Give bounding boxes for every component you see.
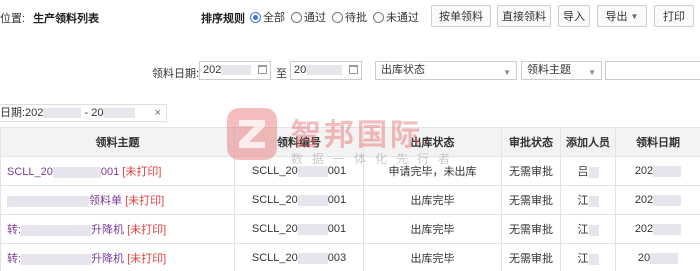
export-button[interactable]: 导出 ▼ (597, 5, 647, 27)
adder-cell: 江 (560, 214, 616, 244)
redacted-text (588, 195, 599, 207)
radio-icon (332, 11, 343, 23)
date-range-separator: 至 (276, 68, 287, 80)
col-header-adder[interactable]: 添加人员 (560, 127, 616, 157)
table-row: 转: 升降机 [未打印] SCLL_20 003 出库完毕 无需审批 江 20 (0, 243, 700, 271)
date-cell: 20 (615, 243, 700, 271)
sort-option-rejected[interactable]: 未通过 (373, 9, 419, 25)
approval-cell: 无需审批 (501, 185, 561, 215)
adder-cell: 江 (560, 185, 616, 215)
breadcrumb-prefix: 位置: (0, 13, 26, 25)
approval-cell: 无需审批 (501, 243, 561, 271)
calendar-icon[interactable] (258, 65, 267, 74)
redacted-text (650, 252, 679, 264)
col-header-subject[interactable]: 领料主题 (0, 127, 235, 157)
breadcrumb: 位置: 生产领料列表 (0, 10, 99, 26)
keyword-input[interactable] (605, 61, 700, 80)
close-icon[interactable]: × (155, 105, 161, 121)
date-filter-label: 领料日期: (152, 68, 200, 80)
approval-cell: 无需审批 (501, 156, 561, 186)
redacted-text (297, 252, 328, 264)
subject-link[interactable]: SCLL_20 001 [未打印] (0, 156, 235, 186)
radio-icon (291, 11, 302, 23)
redacted-text (103, 108, 136, 119)
date-cell: 202 (615, 185, 700, 215)
subject-link[interactable]: 转: 升降机 [未打印] (0, 214, 235, 244)
date-cell: 202 (615, 214, 700, 244)
redacted-text (653, 194, 682, 206)
sort-option-pending[interactable]: 待批 (332, 9, 367, 25)
sort-option-passed[interactable]: 通过 (291, 9, 326, 25)
subject-select[interactable]: 领料主题 ▼ (521, 61, 602, 80)
redacted-text (653, 165, 682, 177)
redacted-text (306, 65, 343, 76)
redacted-text (43, 108, 82, 119)
radio-selected-icon (250, 11, 261, 23)
date-filter-chip: 日期:202 - 20 × (0, 104, 167, 122)
table-row: 转: 升降机 [未打印] SCLL_20 001 出库完毕 无需审批 江 202 (0, 214, 700, 244)
table-row: 领料单 [未打印] SCLL_20 001 出库完毕 无需审批 江 202 (0, 185, 700, 215)
code-cell: SCLL_20 001 (234, 214, 364, 244)
table-header-row: 领料主题 领料编号 出库状态 审批状态 添加人员 领料日期 (0, 127, 700, 157)
redacted-text (52, 166, 101, 178)
redacted-text (21, 224, 92, 236)
code-cell: SCLL_20 003 (234, 243, 364, 271)
col-header-approval[interactable]: 审批状态 (501, 127, 561, 157)
code-cell: SCLL_20 001 (234, 185, 364, 215)
direct-pick-button[interactable]: 直接领料 (497, 5, 551, 27)
print-button[interactable]: 打印 (654, 5, 694, 27)
breadcrumb-current: 生产领料列表 (33, 13, 100, 25)
chevron-down-icon: ▼ (503, 68, 511, 77)
redacted-text (588, 224, 599, 236)
adder-cell: 吕 (560, 156, 616, 186)
date-from-input[interactable]: 202 (199, 61, 271, 80)
col-header-code[interactable]: 领料编号 (234, 127, 364, 157)
col-header-date[interactable]: 领料日期 (615, 127, 700, 157)
redacted-text (653, 223, 682, 235)
stock-status-cell: 出库完毕 (363, 243, 502, 271)
unprinted-tag: [未打印] (125, 195, 165, 207)
redacted-text (297, 165, 328, 177)
redacted-text (7, 195, 89, 207)
unprinted-tag: [未打印] (127, 224, 167, 236)
adder-cell: 江 (560, 243, 616, 271)
stock-status-select[interactable]: 出库状态 ▼ (375, 61, 517, 80)
redacted-text (297, 194, 328, 206)
pick-list-table: 领料主题 领料编号 出库状态 审批状态 添加人员 领料日期 SCLL_20 001… (0, 127, 700, 271)
col-header-stock-status[interactable]: 出库状态 (363, 127, 502, 157)
radio-icon (373, 11, 384, 23)
date-to-input[interactable]: 20 (290, 61, 362, 80)
stock-status-cell: 申请完毕，未出库 (363, 156, 502, 186)
subject-link[interactable]: 领料单 [未打印] (0, 185, 235, 215)
subject-link[interactable]: 转: 升降机 [未打印] (0, 243, 235, 271)
approval-cell: 无需审批 (501, 214, 561, 244)
chevron-down-icon: ▼ (630, 11, 639, 21)
sort-radio-group: 全部 通过 待批 未通过 (250, 9, 419, 25)
table-row: SCLL_20 001 [未打印] SCLL_20 001 申请完毕，未出库 无需审… (0, 156, 700, 186)
chevron-down-icon: ▼ (588, 68, 596, 77)
redacted-text (21, 253, 92, 265)
calendar-icon[interactable] (349, 65, 358, 74)
code-cell: SCLL_20 001 (234, 156, 364, 186)
redacted-text (221, 65, 252, 76)
by-order-button[interactable]: 按单领料 (431, 5, 491, 27)
redacted-text (297, 223, 328, 235)
unprinted-tag: [未打印] (122, 166, 162, 178)
top-bar: 位置: 生产领料列表 排序规则 全部 通过 待批 未通过 按单领料 直接领料 导入… (0, 0, 700, 34)
redacted-text (588, 253, 599, 265)
sort-option-all[interactable]: 全部 (250, 9, 285, 25)
import-button[interactable]: 导入 (558, 5, 590, 27)
date-cell: 202 (615, 156, 700, 186)
unprinted-tag: [未打印] (127, 253, 167, 265)
stock-status-cell: 出库完毕 (363, 185, 502, 215)
sort-label: 排序规则 (201, 13, 245, 25)
stock-status-cell: 出库完毕 (363, 214, 502, 244)
redacted-text (588, 166, 599, 178)
